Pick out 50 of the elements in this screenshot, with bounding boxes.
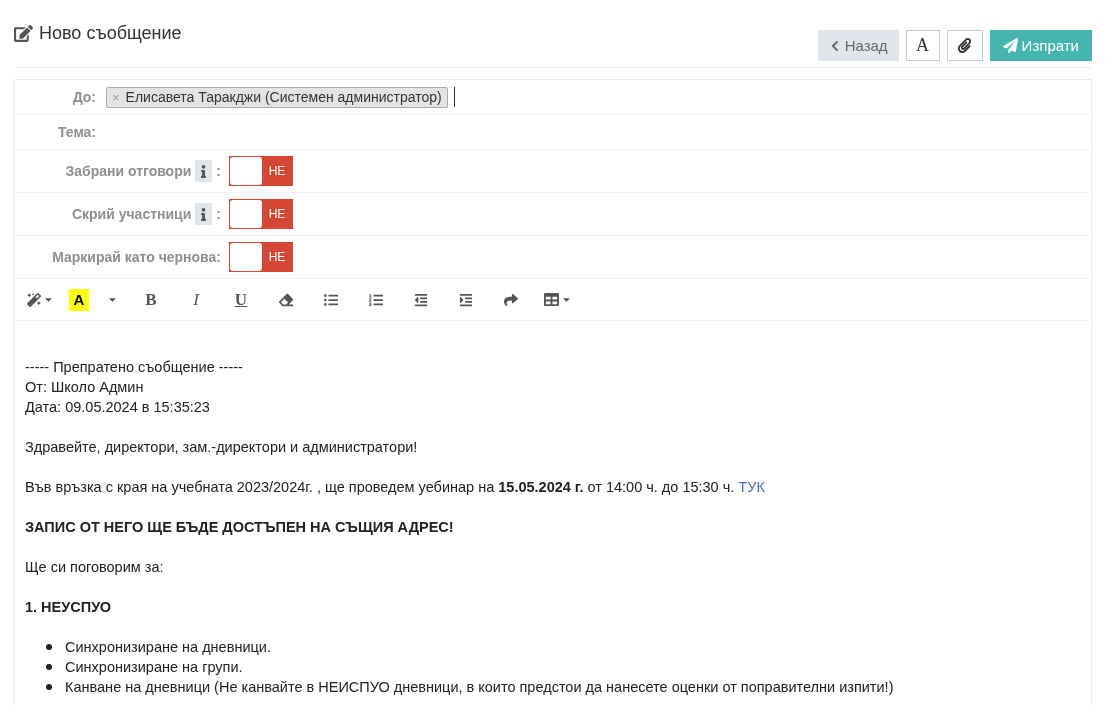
message-text: Във връзка с края на учебната 2023/2024г. , ще проведем уебинар на 15.05.2024 г. от 14:00 ч. до 15:30 ч. ТУК [25,478,766,497]
outdent-icon [414,292,428,307]
edit-icon [14,23,33,43]
curved-arrow-icon [504,292,518,307]
bullet-list-icon [324,292,338,307]
colon-label: : [216,163,221,179]
eraser-icon [279,292,293,307]
attach-button[interactable] [946,30,983,61]
font-button[interactable]: A [905,30,940,61]
paper-plane-icon [1002,38,1018,53]
toggle-knob [230,200,262,228]
toggle-switch[interactable]: НЕ [229,242,293,272]
toggle-switch[interactable]: НЕ [229,156,293,186]
field-label: Забрани отговори [65,163,192,179]
page-title: Ново съобщение [39,22,182,44]
message-text: Ще си поговорим за: [25,558,165,577]
colon-label: : [216,206,221,222]
indent-icon [459,292,473,307]
underline-button[interactable]: U [225,288,257,311]
toggle-switch[interactable]: НЕ [229,199,293,229]
message-text: Дата: 09.05.2024 в 15:35:23 [25,398,211,417]
list-item-text: Синхронизиране на дневници. [65,638,271,657]
toggle-knob [230,243,262,271]
toggle-knob [230,157,262,185]
bullet-icon [46,644,52,650]
link[interactable]: ТУК [738,479,765,495]
italic-button[interactable]: I [180,288,212,311]
paperclip-icon [957,38,973,53]
message-heading: ЗАПИС ОТ НЕГО ЩЕ БЪДЕ ДОСТЪПЕН НА СЪЩИЯ АДРЕС! [25,518,455,537]
numbered-list-icon [369,292,383,307]
field-label: До: [72,89,96,105]
message-text: ----- Препратено съобщение ----- [25,358,244,377]
table-icon [544,292,559,307]
bold-button[interactable]: B [135,288,167,311]
message-text: Здравейте, директори, зам.-директори и администратори! [25,438,419,457]
field-label: Маркирай като чернова: [52,249,221,265]
field-label: Скрий участници [71,206,192,222]
magic-wand-icon [26,292,41,307]
message-heading: 1. НЕУСПУО [25,598,113,617]
info-icon[interactable] [195,203,213,225]
list-item-text: Канване на дневници (Не канвайте в НЕИСПУО дневници, в които предстои да нанесете оценки от поправителни изпити!) [65,678,894,697]
text-highlight-button[interactable]: A [69,288,89,311]
recipient-name: Елисавета Таракджи (Системен администратор) [125,89,442,105]
message-text: От: Школо Админ [25,378,145,397]
field-label: Тема: [57,124,96,140]
bullet-icon [46,664,52,670]
back-button[interactable]: Назад [817,30,899,61]
info-icon[interactable] [195,160,213,182]
list-item-text: Синхронизиране на групи. [65,658,243,677]
bullet-icon [46,684,52,690]
